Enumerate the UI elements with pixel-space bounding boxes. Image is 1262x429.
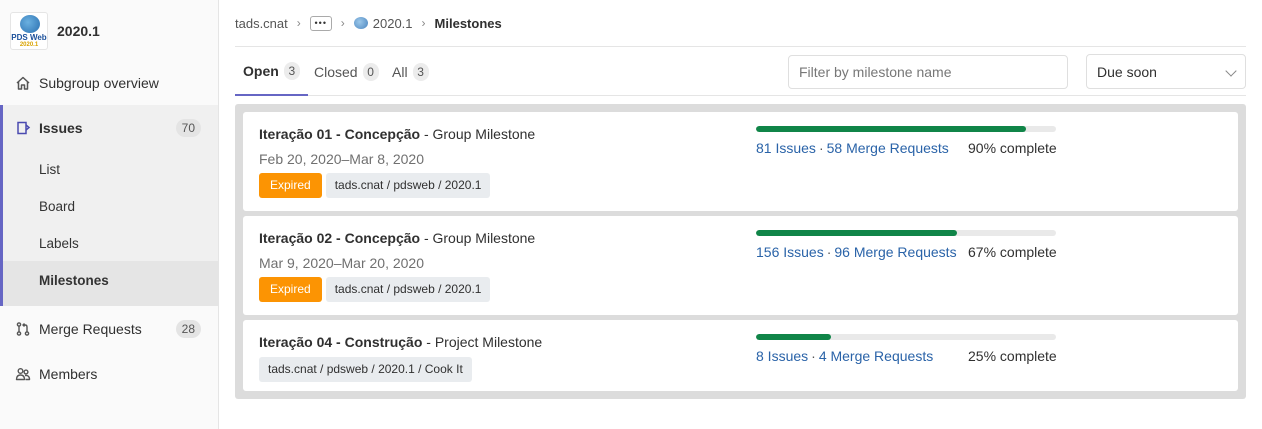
- sidebar-sub-item-milestones[interactable]: Milestones: [39, 273, 109, 288]
- issues-link[interactable]: 156 Issues: [756, 244, 824, 260]
- milestone-item: Iteração 01 - Concepção - Group Mileston…: [243, 112, 1238, 211]
- tab-count: 3: [283, 62, 300, 80]
- merge-requests-link[interactable]: 96 Merge Requests: [834, 244, 956, 260]
- milestone-tags: tads.cnat / pdsweb / 2020.1 / Cook It: [259, 357, 472, 382]
- sort-dropdown[interactable]: Due soon: [1086, 54, 1246, 89]
- chevron-right-icon: ›: [421, 16, 426, 30]
- milestone-tags: Expired tads.cnat / pdsweb / 2020.1: [259, 173, 491, 198]
- milestone-path[interactable]: tads.cnat / pdsweb / 2020.1: [325, 277, 491, 302]
- percent-complete: 90% complete: [968, 140, 1057, 156]
- sidebar-sub-item-board[interactable]: Board: [39, 199, 75, 214]
- group-logo: PDS Web 2020.1: [10, 12, 48, 50]
- tab-count: 3: [412, 62, 429, 81]
- progress-bar-fill: [756, 334, 831, 340]
- merge-requests-link[interactable]: 4 Merge Requests: [819, 348, 933, 364]
- chevron-down-icon: [1225, 65, 1237, 77]
- issues-icon: [15, 120, 31, 136]
- sort-selected-label: Due soon: [1097, 63, 1157, 80]
- active-item-highlight: [3, 261, 218, 306]
- sidebar-item-merge-requests[interactable]: Merge Requests 28: [0, 319, 218, 339]
- milestone-title[interactable]: Iteração 02 - Concepção - Group Mileston…: [259, 230, 535, 246]
- tab-all[interactable]: All 3: [392, 48, 429, 95]
- issues-link[interactable]: 81 Issues: [756, 140, 816, 156]
- sidebar-item-overview[interactable]: Subgroup overview: [0, 73, 218, 93]
- milestone-item: Iteração 02 - Concepção - Group Mileston…: [243, 216, 1238, 315]
- progress-bar: [756, 126, 1056, 132]
- tab-open[interactable]: Open 3: [235, 48, 308, 96]
- sidebar-item-label: Issues: [39, 120, 83, 136]
- breadcrumb-current[interactable]: Milestones: [435, 16, 502, 31]
- milestone-item: Iteração 04 - Construção - Project Miles…: [243, 320, 1238, 391]
- milestone-path[interactable]: tads.cnat / pdsweb / 2020.1 / Cook It: [259, 357, 472, 382]
- milestone-title[interactable]: Iteração 04 - Construção - Project Miles…: [259, 334, 542, 350]
- members-icon: [15, 366, 31, 382]
- expired-badge: Expired: [259, 173, 322, 198]
- progress-bar-fill: [756, 126, 1026, 132]
- expired-badge: Expired: [259, 277, 322, 302]
- milestone-path[interactable]: tads.cnat / pdsweb / 2020.1: [325, 173, 491, 198]
- milestone-tags: Expired tads.cnat / pdsweb / 2020.1: [259, 277, 491, 302]
- breadcrumb-expand-button[interactable]: •••: [309, 15, 332, 31]
- sidebar-sub-item-labels[interactable]: Labels: [39, 236, 79, 251]
- milestone-links: 81 Issues · 58 Merge Requests: [756, 140, 949, 156]
- breadcrumb-root[interactable]: tads.cnat: [235, 16, 288, 31]
- tab-closed[interactable]: Closed 0: [314, 48, 379, 95]
- sidebar-item-issues[interactable]: Issues 70: [0, 118, 218, 138]
- milestone-links: 8 Issues · 4 Merge Requests: [756, 348, 934, 364]
- tab-count: 0: [362, 62, 379, 81]
- milestone-title[interactable]: Iteração 01 - Concepção - Group Mileston…: [259, 126, 535, 142]
- home-icon: [15, 75, 31, 91]
- milestone-filter-input[interactable]: [788, 55, 1068, 89]
- merge-request-icon: [15, 321, 31, 337]
- issues-count-badge: 70: [175, 119, 201, 137]
- progress-bar-fill: [756, 230, 957, 236]
- sidebar: PDS Web 2020.1 2020.1 Subgroup overview …: [0, 0, 219, 429]
- progress-bar: [756, 334, 1056, 340]
- context-header[interactable]: PDS Web 2020.1 2020.1: [0, 0, 218, 62]
- merge-requests-count-badge: 28: [175, 320, 201, 338]
- sidebar-item-label: Merge Requests: [39, 321, 142, 337]
- merge-requests-link[interactable]: 58 Merge Requests: [827, 140, 949, 156]
- chevron-right-icon: ›: [340, 16, 345, 30]
- sidebar-sub-item-list[interactable]: List: [39, 162, 60, 177]
- milestone-dates: Feb 20, 2020–Mar 8, 2020: [259, 151, 425, 167]
- percent-complete: 25% complete: [968, 348, 1057, 364]
- progress-bar: [756, 230, 1056, 236]
- percent-complete: 67% complete: [968, 244, 1057, 260]
- milestone-dates: Mar 9, 2020–Mar 20, 2020: [259, 255, 424, 271]
- breadcrumb-group[interactable]: 2020.1: [373, 16, 413, 31]
- sidebar-item-label: Members: [39, 366, 98, 382]
- chevron-right-icon: ›: [296, 16, 301, 30]
- sidebar-item-label: Subgroup overview: [39, 75, 159, 91]
- milestones-list: Iteração 01 - Concepção - Group Mileston…: [235, 104, 1246, 399]
- milestone-links: 156 Issues · 96 Merge Requests: [756, 244, 957, 260]
- group-title[interactable]: 2020.1: [57, 23, 100, 39]
- sidebar-item-members[interactable]: Members: [0, 364, 218, 384]
- globe-icon: [20, 15, 40, 33]
- breadcrumb: tads.cnat › ••• › 2020.1 › Milestones: [235, 0, 1246, 47]
- group-avatar-icon: [353, 17, 368, 29]
- issues-link[interactable]: 8 Issues: [756, 348, 808, 364]
